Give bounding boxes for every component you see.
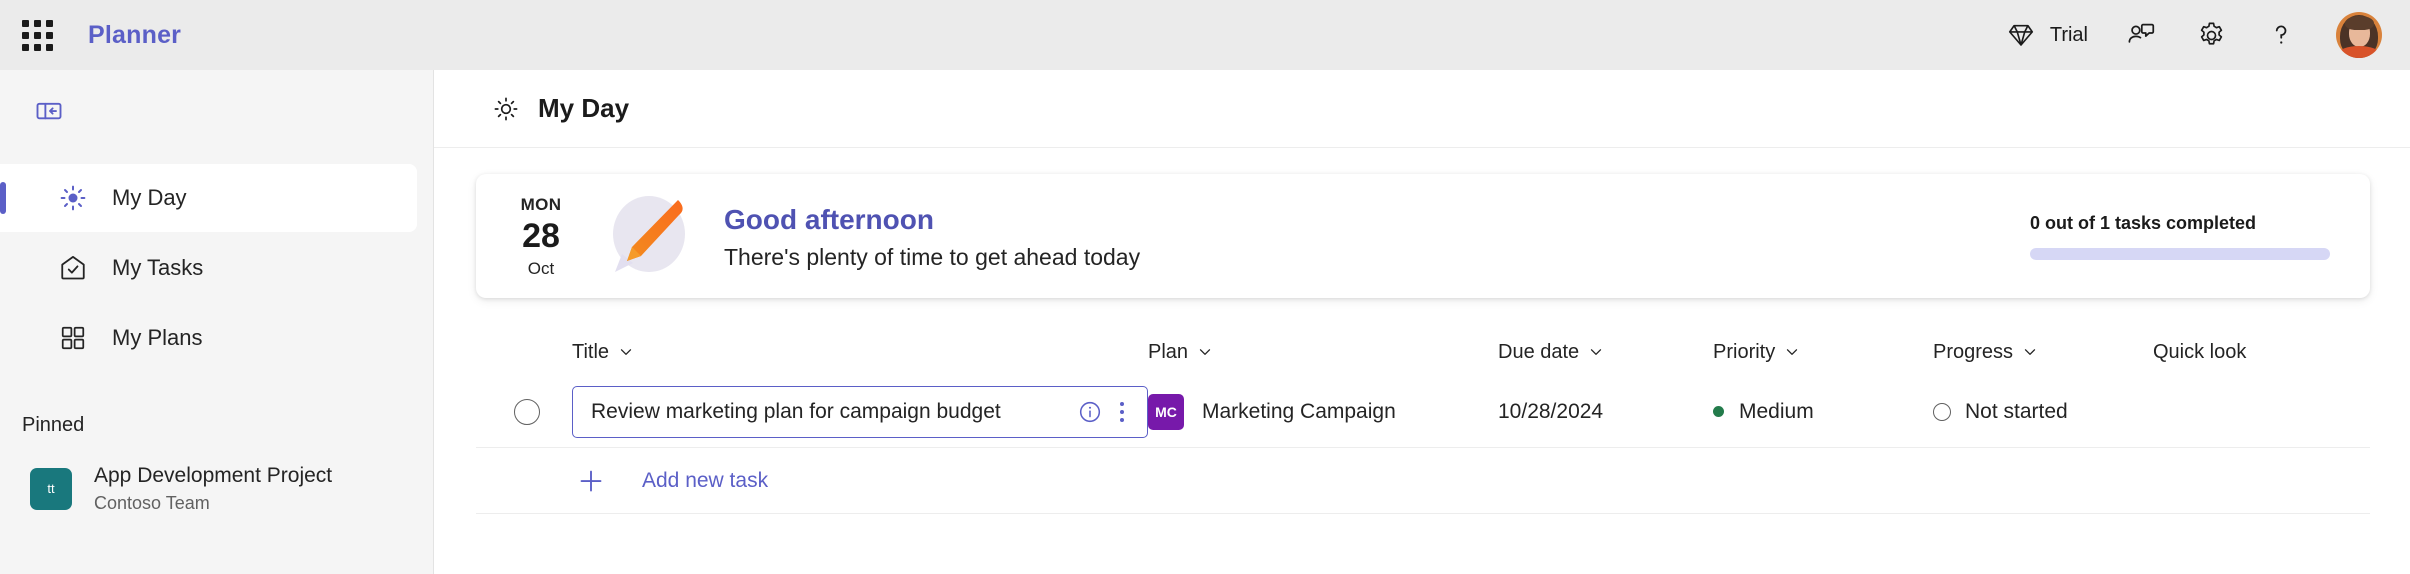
table-row: MC Marketing Campaign 10/28/2024 Medium bbox=[476, 376, 2370, 448]
column-header-label: Title bbox=[572, 340, 610, 363]
task-plan-name: Marketing Campaign bbox=[1202, 399, 1396, 423]
column-header-title[interactable]: Title bbox=[572, 341, 1148, 364]
column-header-label: Quick look bbox=[2153, 340, 2247, 363]
add-new-task-button[interactable]: Add new task bbox=[572, 462, 768, 500]
date-block: MON 28 Oct bbox=[510, 196, 572, 277]
sidebar-item-my-plans[interactable]: My Plans bbox=[0, 304, 417, 372]
left-sidebar: My Day My Tasks My Plans Pinned tt App D… bbox=[0, 70, 434, 574]
column-header-quick-look: Quick look bbox=[2153, 341, 2370, 364]
feedback-button[interactable] bbox=[2108, 11, 2174, 59]
column-header-progress[interactable]: Progress bbox=[1933, 341, 2153, 364]
tasks-home-check-icon bbox=[56, 251, 90, 285]
column-header-due-date[interactable]: Due date bbox=[1498, 341, 1713, 364]
greeting-text: Good afternoon There's plenty of time to… bbox=[724, 202, 1140, 271]
task-due-date-cell[interactable]: 10/28/2024 bbox=[1498, 400, 1713, 424]
gear-icon bbox=[2194, 18, 2228, 52]
plan-avatar: tt bbox=[30, 467, 72, 510]
column-header-label: Due date bbox=[1498, 340, 1580, 363]
sun-icon bbox=[490, 93, 522, 125]
grid-squares-icon bbox=[56, 321, 90, 355]
collapse-panel-button[interactable] bbox=[28, 90, 70, 132]
task-plan-cell[interactable]: MC Marketing Campaign bbox=[1148, 393, 1498, 430]
topbar-actions: Trial bbox=[1988, 11, 2386, 59]
task-priority: Medium bbox=[1739, 399, 1814, 423]
person-feedback-icon bbox=[2124, 18, 2158, 52]
help-button[interactable] bbox=[2248, 11, 2314, 59]
task-progress: Not started bbox=[1965, 399, 2068, 423]
tasks-progress-label: 0 out of 1 tasks completed bbox=[2030, 212, 2257, 233]
plan-badge: MC bbox=[1148, 393, 1184, 430]
chevron-down-icon bbox=[618, 344, 634, 360]
planner-app-window: Planner Trial My Day My Tasks My Plans P… bbox=[0, 0, 2410, 574]
brand-title[interactable]: Planner bbox=[88, 21, 181, 50]
avatar[interactable] bbox=[2336, 12, 2382, 58]
settings-button[interactable] bbox=[2178, 11, 2244, 59]
tasks-table-header: Title Plan Due date Priority Progress Qu… bbox=[476, 328, 2370, 376]
pinned-plan-subtitle: Contoso Team bbox=[94, 493, 210, 514]
chevron-down-icon bbox=[1784, 344, 1800, 360]
column-header-priority[interactable]: Priority bbox=[1713, 341, 1933, 364]
task-complete-cell bbox=[476, 398, 572, 425]
pinned-plan-text: App Development Project Contoso Team bbox=[94, 463, 332, 515]
task-title-input[interactable] bbox=[591, 399, 1075, 424]
greeting-subtitle: There's plenty of time to get ahead toda… bbox=[724, 243, 1141, 270]
chevron-down-icon bbox=[2022, 344, 2038, 360]
tasks-table: Title Plan Due date Priority Progress Qu… bbox=[476, 328, 2370, 514]
top-app-bar: Planner Trial bbox=[0, 0, 2410, 70]
sidebar-item-my-day[interactable]: My Day bbox=[0, 164, 417, 232]
page-content: MON 28 Oct Good afternoon There's plenty… bbox=[434, 148, 2410, 574]
tasks-progress-bar bbox=[2030, 247, 2330, 260]
task-title-field[interactable] bbox=[572, 385, 1148, 438]
task-priority-cell[interactable]: Medium bbox=[1713, 400, 1933, 424]
date-day-of-week: MON bbox=[520, 194, 562, 214]
greeting-title: Good afternoon bbox=[724, 203, 934, 235]
task-progress-cell[interactable]: Not started bbox=[1933, 400, 2153, 424]
page-title: My Day bbox=[538, 93, 630, 123]
question-mark-icon bbox=[2264, 18, 2298, 52]
date-day-number: 28 bbox=[522, 216, 560, 255]
column-header-plan[interactable]: Plan bbox=[1148, 341, 1498, 364]
column-header-label: Plan bbox=[1148, 340, 1189, 363]
pencil-speech-bubble-illustration bbox=[594, 184, 698, 288]
info-circle-icon[interactable] bbox=[1075, 397, 1105, 427]
sidebar-item-label: My Tasks bbox=[112, 255, 204, 280]
add-new-task-row[interactable]: Add new task bbox=[476, 448, 2370, 514]
progress-not-started-icon bbox=[1933, 402, 1951, 421]
app-body: My Day My Tasks My Plans Pinned tt App D… bbox=[0, 70, 2410, 574]
plus-icon bbox=[572, 462, 610, 500]
active-indicator bbox=[0, 182, 6, 214]
task-complete-checkbox[interactable] bbox=[514, 398, 540, 425]
sidebar-item-label: My Day bbox=[112, 185, 187, 210]
date-month: Oct bbox=[527, 258, 555, 278]
diamond-icon bbox=[2004, 18, 2038, 52]
chevron-down-icon bbox=[1197, 344, 1213, 360]
trial-button[interactable]: Trial bbox=[1988, 11, 2104, 59]
waffle-grid-icon bbox=[21, 19, 53, 51]
sidebar-nav: My Day My Tasks My Plans bbox=[0, 164, 433, 372]
column-header-label: Progress bbox=[1933, 340, 2014, 363]
greeting-card: MON 28 Oct Good afternoon There's plenty… bbox=[476, 174, 2370, 298]
trial-label: Trial bbox=[2049, 23, 2088, 46]
tasks-progress-block: 0 out of 1 tasks completed bbox=[2030, 213, 2330, 260]
more-vertical-icon[interactable] bbox=[1109, 397, 1135, 427]
pinned-section-title: Pinned bbox=[22, 414, 85, 436]
pinned-plan-title: App Development Project bbox=[94, 464, 333, 487]
add-new-task-label: Add new task bbox=[642, 468, 769, 492]
chevron-down-icon bbox=[1588, 344, 1604, 360]
column-header-label: Priority bbox=[1713, 340, 1776, 363]
collapse-row bbox=[0, 80, 433, 142]
collapse-panel-icon bbox=[34, 96, 64, 126]
page-header: My Day bbox=[434, 70, 2410, 148]
main-content: My Day MON 28 Oct Good afternoon There's… bbox=[434, 70, 2410, 574]
sidebar-item-my-tasks[interactable]: My Tasks bbox=[0, 234, 417, 302]
sidebar-pinned-plan[interactable]: tt App Development Project Contoso Team bbox=[0, 463, 433, 515]
app-launcher-button[interactable] bbox=[14, 12, 60, 58]
task-due-date: 10/28/2024 bbox=[1498, 399, 1604, 423]
task-title-cell bbox=[572, 385, 1148, 438]
priority-dot-icon bbox=[1713, 406, 1724, 417]
sidebar-item-label: My Plans bbox=[112, 325, 203, 350]
sun-icon bbox=[56, 181, 90, 215]
